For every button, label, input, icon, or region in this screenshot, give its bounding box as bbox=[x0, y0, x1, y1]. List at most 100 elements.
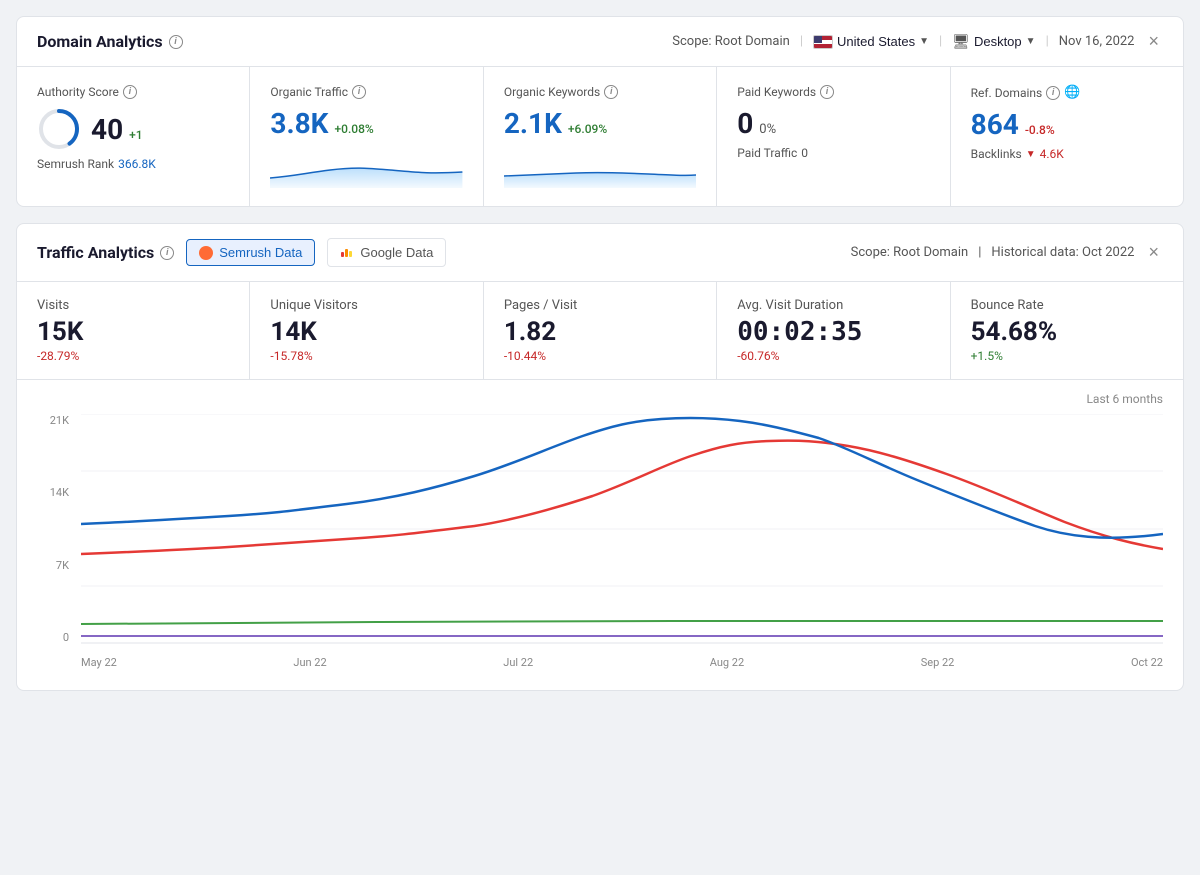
google-data-tab[interactable]: Google Data bbox=[327, 238, 446, 267]
ref-domains-info-icon[interactable]: i bbox=[1046, 86, 1060, 100]
avg-duration-cell: Avg. Visit Duration 00:02:35 -60.76% bbox=[717, 282, 950, 379]
organic-traffic-label: Organic Traffic i bbox=[270, 85, 462, 99]
traffic-analytics-header: Traffic Analytics i Semrush Data Google … bbox=[17, 224, 1183, 282]
traffic-analytics-header-left: Traffic Analytics i Semrush Data Google … bbox=[37, 238, 446, 267]
paid-keywords-cell: Paid Keywords i 0 0% Paid Traffic 0 bbox=[717, 67, 950, 206]
y-label-21k: 21K bbox=[50, 414, 69, 427]
chart-x-axis: May 22 Jun 22 Jul 22 Aug 22 Sep 22 Oct 2… bbox=[81, 650, 1163, 674]
domain-analytics-title: Domain Analytics bbox=[37, 32, 163, 51]
x-label-jun: Jun 22 bbox=[293, 656, 326, 669]
x-label-jul: Jul 22 bbox=[503, 656, 533, 669]
authority-score-change: +1 bbox=[129, 128, 142, 142]
google-bar-icon bbox=[340, 244, 354, 261]
avg-duration-label: Avg. Visit Duration bbox=[737, 298, 929, 313]
traffic-chart-area: Last 6 months 21K 14K 7K 0 bbox=[17, 380, 1183, 690]
separator1: | bbox=[800, 34, 803, 49]
bounce-rate-cell: Bounce Rate 54.68% +1.5% bbox=[951, 282, 1183, 379]
ref-domains-value: 864 -0.8% bbox=[971, 108, 1163, 141]
traffic-metrics-row: Visits 15K -28.79% Unique Visitors 14K -… bbox=[17, 282, 1183, 380]
unique-visitors-label: Unique Visitors bbox=[270, 298, 462, 313]
avg-duration-value: 00:02:35 bbox=[737, 317, 929, 347]
organic-keywords-chart bbox=[504, 148, 696, 188]
visits-value: 15K bbox=[37, 317, 229, 347]
ref-domains-sub: Backlinks ▼ 4.6K bbox=[971, 147, 1163, 161]
traffic-analytics-card: Traffic Analytics i Semrush Data Google … bbox=[16, 223, 1184, 691]
bounce-rate-change: +1.5% bbox=[971, 349, 1163, 363]
organic-keywords-info-icon[interactable]: i bbox=[604, 85, 618, 99]
traffic-analytics-info-icon[interactable]: i bbox=[160, 246, 174, 260]
separator2: | bbox=[939, 34, 942, 49]
organic-traffic-chart bbox=[270, 148, 462, 188]
traffic-scope-label: Scope: Root Domain bbox=[851, 245, 969, 260]
semrush-data-tab[interactable]: Semrush Data bbox=[186, 239, 315, 266]
organic-traffic-value: 3.8K +0.08% bbox=[270, 107, 462, 140]
pages-visit-value: 1.82 bbox=[504, 317, 696, 347]
x-label-sep: Sep 22 bbox=[921, 656, 955, 669]
traffic-analytics-close-button[interactable]: × bbox=[1144, 242, 1163, 263]
ref-domains-label: Ref. Domains i 🌐 bbox=[971, 85, 1163, 100]
ref-domains-cell: Ref. Domains i 🌐 864 -0.8% Backlinks ▼ 4… bbox=[951, 67, 1183, 206]
authority-score-value: 40 +1 bbox=[91, 113, 143, 146]
chart-svg-container bbox=[81, 414, 1163, 644]
ref-domains-globe-icon: 🌐 bbox=[1064, 85, 1080, 100]
authority-score-info-icon[interactable]: i bbox=[123, 85, 137, 99]
historical-label: Historical data: Oct 2022 bbox=[991, 245, 1134, 260]
paid-keywords-sub: Paid Traffic 0 bbox=[737, 146, 929, 160]
organic-traffic-change: +0.08% bbox=[334, 122, 373, 136]
organic-traffic-cell: Organic Traffic i 3.8K +0.08% bbox=[250, 67, 483, 206]
domain-analytics-close-button[interactable]: × bbox=[1144, 31, 1163, 52]
desktop-icon: 🖥 bbox=[952, 33, 970, 50]
paid-keywords-info-icon[interactable]: i bbox=[820, 85, 834, 99]
device-selector[interactable]: 🖥 Desktop ▼ bbox=[952, 33, 1035, 50]
authority-score-label: Authority Score i bbox=[37, 85, 229, 99]
semrush-data-tab-label: Semrush Data bbox=[219, 245, 302, 260]
organic-keywords-label: Organic Keywords i bbox=[504, 85, 696, 99]
domain-analytics-card: Domain Analytics i Scope: Root Domain | … bbox=[16, 16, 1184, 207]
country-selector[interactable]: United States ▼ bbox=[813, 34, 929, 49]
traffic-analytics-header-right: Scope: Root Domain | Historical data: Oc… bbox=[851, 242, 1163, 263]
separator3: | bbox=[1046, 34, 1049, 49]
scope-label: Scope: Root Domain bbox=[672, 34, 790, 49]
paid-keywords-change: 0% bbox=[759, 122, 776, 137]
chart-period-label: Last 6 months bbox=[37, 392, 1163, 406]
authority-score-cell: Authority Score i 40 +1 Semrush Rank 366… bbox=[17, 67, 250, 206]
device-label: Desktop bbox=[974, 34, 1022, 49]
organic-keywords-cell: Organic Keywords i 2.1K +6.09% bbox=[484, 67, 717, 206]
organic-keywords-value: 2.1K +6.09% bbox=[504, 107, 696, 140]
authority-score-circle bbox=[37, 107, 81, 151]
date-label: Nov 16, 2022 bbox=[1059, 34, 1135, 49]
unique-visitors-value: 14K bbox=[270, 317, 462, 347]
traffic-chart-container: 21K 14K 7K 0 bbox=[37, 414, 1163, 674]
pages-visit-label: Pages / Visit bbox=[504, 298, 696, 313]
device-chevron-icon: ▼ bbox=[1026, 36, 1036, 47]
paid-keywords-label: Paid Keywords i bbox=[737, 85, 929, 99]
y-label-7k: 7K bbox=[56, 559, 69, 572]
traffic-analytics-title: Traffic Analytics bbox=[37, 243, 154, 262]
x-label-oct: Oct 22 bbox=[1131, 656, 1163, 669]
domain-analytics-header: Domain Analytics i Scope: Root Domain | … bbox=[17, 17, 1183, 67]
organic-keywords-change: +6.09% bbox=[568, 122, 607, 136]
google-data-tab-label: Google Data bbox=[360, 245, 433, 260]
x-label-aug: Aug 22 bbox=[710, 656, 744, 669]
bounce-rate-value: 54.68% bbox=[971, 317, 1163, 347]
backlinks-value: 4.6K bbox=[1040, 147, 1064, 161]
chart-y-axis: 21K 14K 7K 0 bbox=[37, 414, 77, 644]
x-label-may: May 22 bbox=[81, 656, 117, 669]
visits-label: Visits bbox=[37, 298, 229, 313]
organic-traffic-info-icon[interactable]: i bbox=[352, 85, 366, 99]
domain-analytics-info-icon[interactable]: i bbox=[169, 35, 183, 49]
visits-cell: Visits 15K -28.79% bbox=[17, 282, 250, 379]
semrush-rank-value: 366.8K bbox=[118, 157, 156, 171]
country-label: United States bbox=[837, 34, 915, 49]
avg-duration-change: -60.76% bbox=[737, 349, 929, 363]
paid-keywords-value: 0 0% bbox=[737, 107, 929, 140]
paid-traffic-value: 0 bbox=[801, 146, 808, 160]
semrush-tab-icon bbox=[199, 246, 213, 260]
unique-visitors-change: -15.78% bbox=[270, 349, 462, 363]
domain-analytics-controls: Scope: Root Domain | United States ▼ | 🖥… bbox=[672, 31, 1163, 52]
domain-analytics-metrics-row: Authority Score i 40 +1 Semrush Rank 366… bbox=[17, 67, 1183, 206]
backlinks-down-arrow-icon: ▼ bbox=[1026, 149, 1036, 160]
country-chevron-icon: ▼ bbox=[919, 36, 929, 47]
pages-visit-change: -10.44% bbox=[504, 349, 696, 363]
authority-score-sub: Semrush Rank 366.8K bbox=[37, 157, 229, 171]
